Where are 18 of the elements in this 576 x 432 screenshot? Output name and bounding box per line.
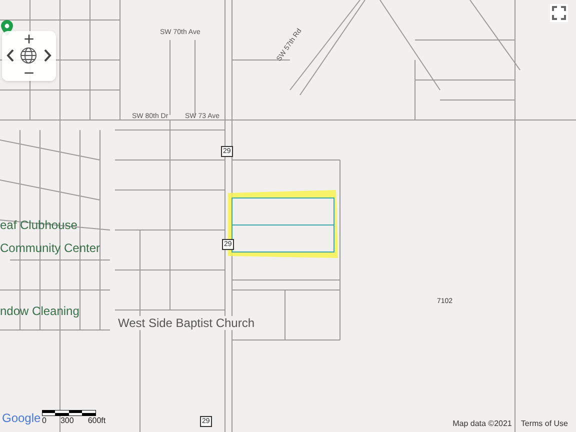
scale-label: 300 (60, 416, 74, 426)
place-label: West Side Baptist Church (118, 316, 255, 330)
scale-label: 0 (42, 416, 46, 426)
terms-link[interactable]: Terms of Use (520, 419, 568, 429)
pan-left-icon[interactable] (6, 49, 15, 62)
scale-label: 600ft (88, 416, 106, 426)
place-label: Community Center (0, 241, 100, 255)
google-logo: Google (2, 411, 41, 425)
fullscreen-icon[interactable] (550, 4, 568, 22)
scale-bar-icon (42, 410, 96, 416)
place-label: ndow Cleaning (0, 304, 80, 318)
zoom-out-button[interactable]: − (19, 66, 39, 80)
place-label: eaf Clubhouse (0, 218, 78, 232)
pan-right-icon[interactable] (43, 49, 52, 62)
globe-icon[interactable] (20, 47, 37, 64)
zoom-in-button[interactable]: + (19, 31, 39, 47)
pan-control (2, 31, 56, 81)
map-attribution: Map data ©2021 (452, 419, 512, 429)
